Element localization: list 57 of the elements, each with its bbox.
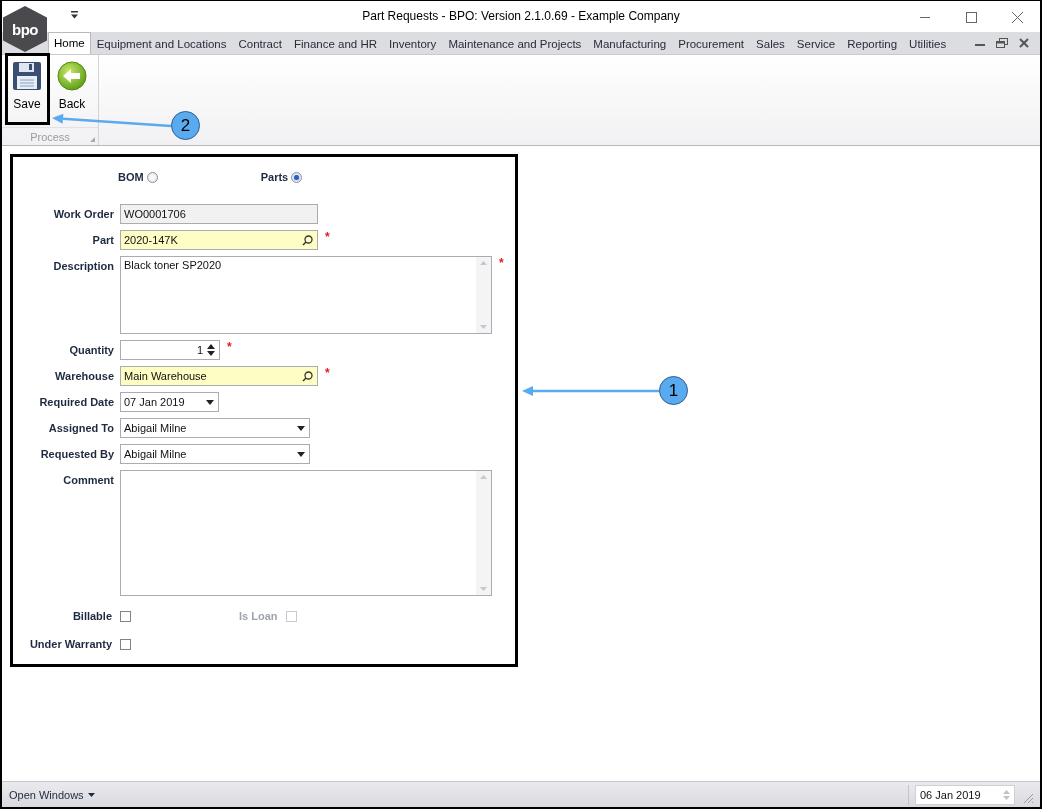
- search-icon[interactable]: [302, 370, 313, 382]
- required-mark: *: [325, 366, 330, 380]
- dropdown-arrow-icon[interactable]: [297, 451, 305, 457]
- window-title: Part Requests - BPO: Version 2.1.0.69 - Example Company: [362, 9, 680, 23]
- ribbon-tab[interactable]: Sales: [750, 33, 791, 54]
- field-label: Part: [91, 233, 114, 248]
- text-area[interactable]: Black toner SP2020: [120, 256, 492, 334]
- group-label: Process: [30, 130, 70, 143]
- required-mark: *: [499, 256, 504, 270]
- required-mark: *: [227, 340, 232, 354]
- restore-icon[interactable]: [996, 38, 1008, 48]
- search-icon[interactable]: [302, 234, 313, 246]
- spin-arrows-icon[interactable]: [207, 344, 215, 356]
- resize-grip-icon[interactable]: [1023, 793, 1034, 804]
- open-windows-menu[interactable]: Open Windows: [9, 788, 95, 801]
- ribbon-tab[interactable]: Finance and HR: [287, 33, 384, 54]
- required-mark: *: [325, 230, 330, 244]
- lookup-field[interactable]: 2020-147K: [120, 230, 318, 250]
- field-label: Quantity: [68, 343, 114, 358]
- field-label: Required Date: [38, 395, 114, 410]
- save-button[interactable]: Save: [5, 59, 49, 127]
- ribbon-tab[interactable]: Home: [48, 32, 91, 54]
- dropdown-arrow-icon[interactable]: [87, 792, 95, 797]
- ribbon-tab[interactable]: Reporting: [841, 33, 904, 54]
- radio-button[interactable]: BOM: [118, 171, 158, 183]
- ribbon-tab[interactable]: Manufacturing: [587, 33, 673, 54]
- ribbon-tab[interactable]: Procurement: [672, 33, 751, 54]
- highlight-frame: [5, 53, 50, 125]
- field-label: Warehouse: [54, 369, 114, 384]
- quick-access-dropdown-icon[interactable]: [70, 11, 79, 20]
- date-field[interactable]: 07 Jan 2019: [120, 392, 219, 412]
- dropdown-field[interactable]: Abigail Milne: [120, 418, 310, 438]
- number-field[interactable]: 1: [120, 340, 220, 360]
- dropdown-arrow-icon[interactable]: [206, 399, 214, 405]
- radio-button[interactable]: Parts: [260, 171, 303, 183]
- field-label: Comment: [62, 473, 114, 488]
- field-label: Requested By: [39, 447, 114, 462]
- field-label: Work Order: [52, 207, 114, 222]
- left-arrow-circle-icon: [57, 61, 87, 91]
- lookup-field[interactable]: Main Warehouse: [120, 366, 318, 386]
- date-field[interactable]: 06 Jan 2019: [915, 784, 1015, 805]
- ribbon-tab[interactable]: Contract: [232, 33, 288, 54]
- checkbox[interactable]: Under Warranty: [13, 638, 131, 650]
- field-label: Description: [52, 259, 114, 274]
- ribbon-tab[interactable]: Utilities: [903, 33, 953, 54]
- field-label: Assigned To: [47, 421, 114, 436]
- ribbon-tab[interactable]: Equipment and Locations: [90, 33, 233, 54]
- dropdown-field[interactable]: Abigail Milne: [120, 444, 310, 464]
- dropdown-arrow-icon[interactable]: [297, 425, 305, 431]
- ribbon-tab[interactable]: Maintenance and Projects: [442, 33, 588, 54]
- close-icon[interactable]: [1018, 38, 1030, 48]
- ribbon-tab[interactable]: Inventory: [383, 33, 443, 54]
- back-button[interactable]: Back: [50, 59, 94, 127]
- checkbox[interactable]: Billable: [13, 610, 131, 622]
- checkbox: Is Loan: [239, 610, 297, 622]
- ribbon-tab[interactable]: Service: [790, 33, 842, 54]
- app-logo[interactable]: bpo: [3, 6, 47, 52]
